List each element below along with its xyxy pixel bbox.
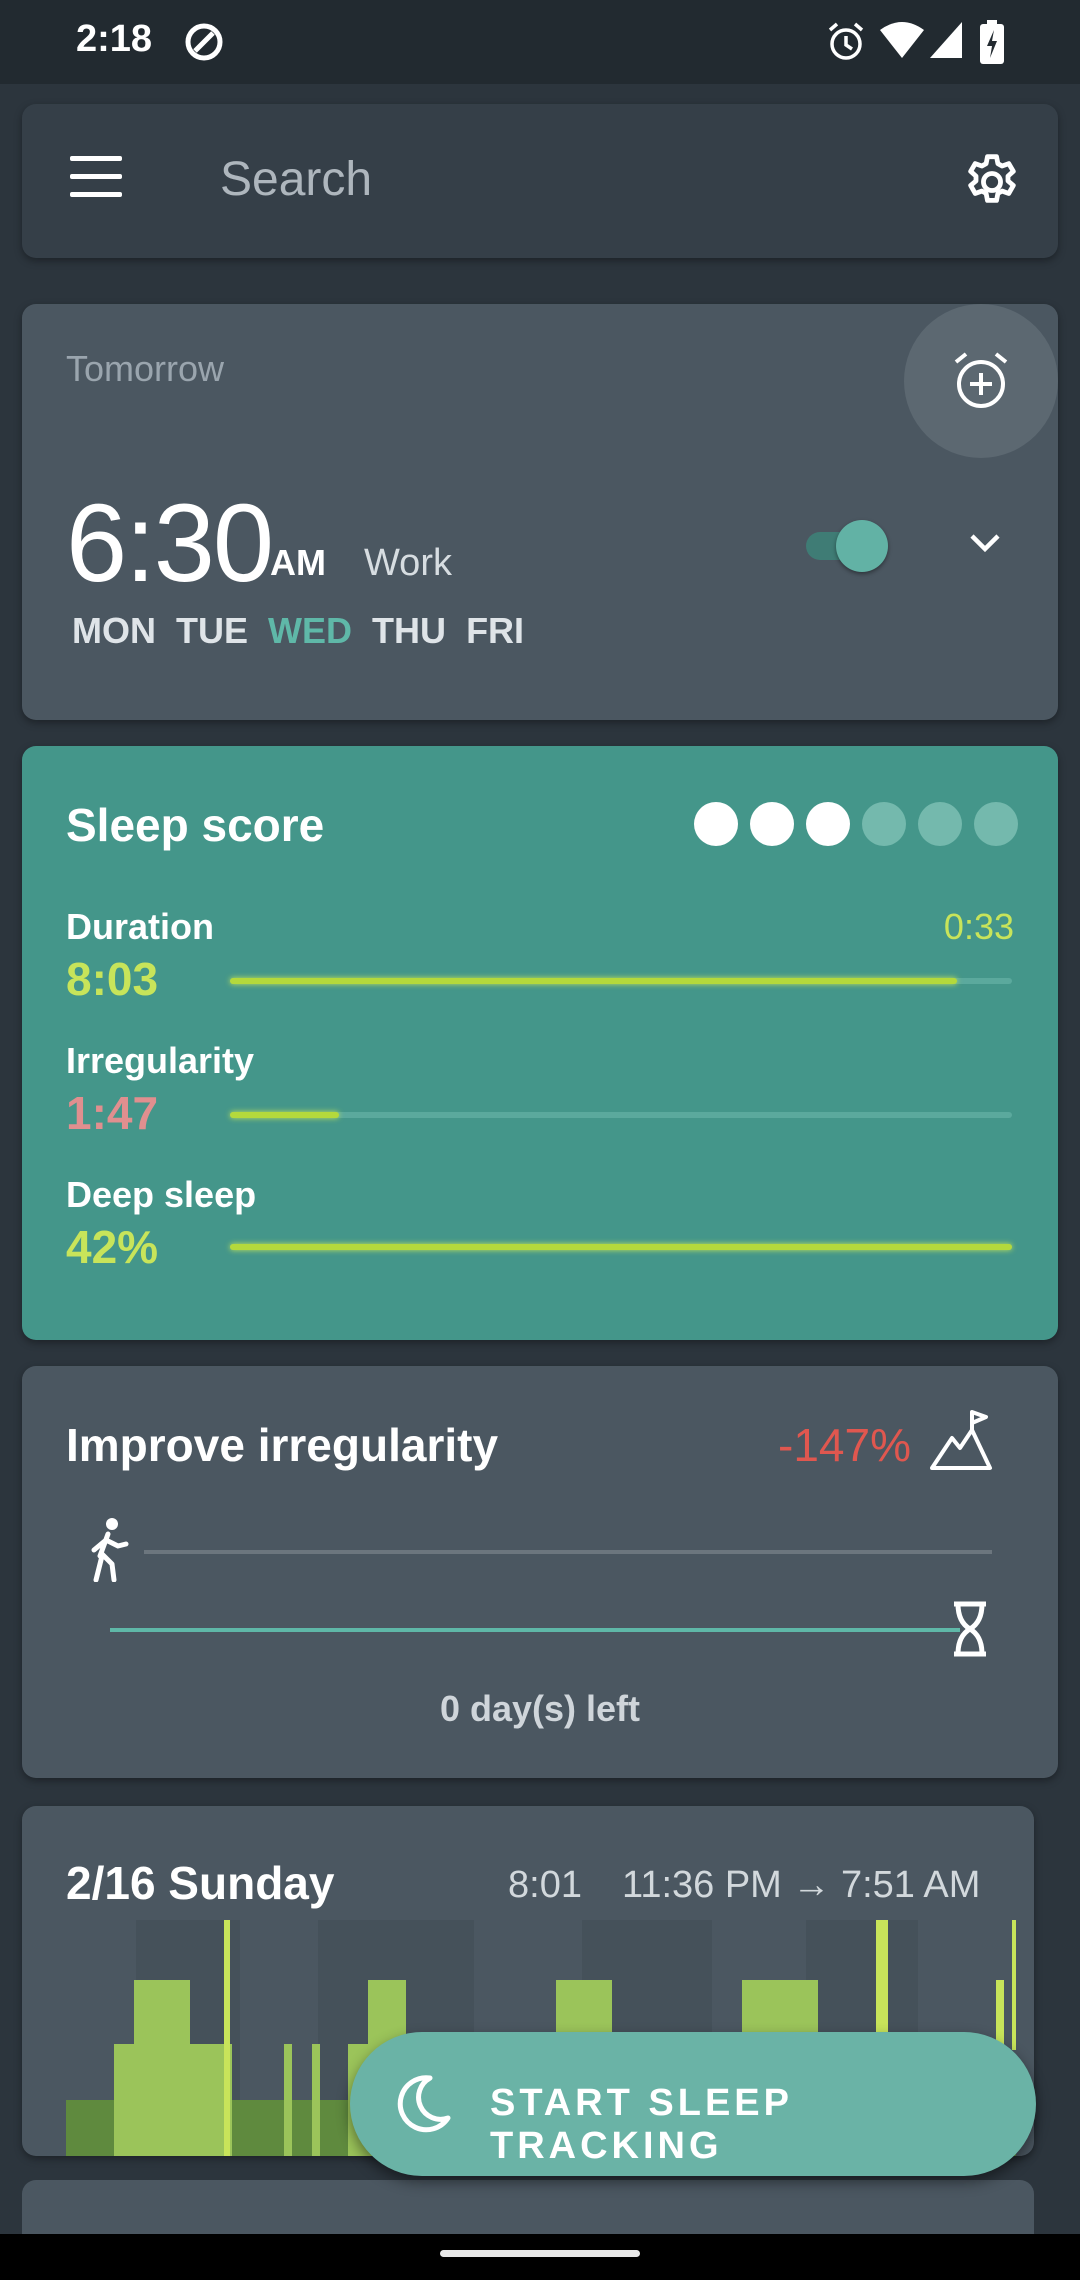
alarm-time[interactable]: 6:30 [66, 480, 274, 607]
score-dot [974, 802, 1018, 846]
navigation-bar [0, 2234, 1080, 2280]
alarm-name: Work [364, 542, 452, 584]
deep-sleep-label: Deep sleep [66, 1174, 257, 1215]
improve-title: Improve irregularity [66, 1419, 499, 1471]
gear-icon[interactable] [960, 150, 1024, 214]
home-gesture-handle[interactable] [440, 2250, 640, 2257]
wifi-icon [880, 22, 924, 58]
irregularity-value: 1:47 [66, 1087, 159, 1139]
score-dot [750, 802, 794, 846]
duration-value: 8:03 [66, 953, 159, 1005]
irregularity-label: Irregularity [66, 1040, 255, 1081]
sleep-score-title: Sleep score [66, 799, 325, 851]
score-dot [918, 802, 962, 846]
days-left: 0 day(s) left [439, 1688, 641, 1729]
day-wed: WED [268, 610, 353, 651]
progress-line-time [110, 1628, 960, 1632]
add-alarm-button[interactable] [904, 304, 1058, 458]
deep-sleep-bar [230, 1244, 1012, 1250]
record-date: 2/16 Sunday [66, 1857, 335, 1909]
improve-irregularity-card[interactable]: Improve irregularity -147% 0 day(s) left [22, 1366, 1058, 1778]
status-bar: 2:18 [0, 0, 1080, 84]
chevron-down-icon[interactable] [962, 520, 1008, 566]
alarm-add-icon [954, 352, 1008, 408]
improve-percent: -147% [778, 1419, 911, 1471]
walking-person-icon [91, 1518, 129, 1582]
alarm-ampm: AM [270, 542, 326, 583]
search-input[interactable]: Search [220, 152, 372, 207]
moon-icon [397, 2075, 451, 2133]
irregularity-bar-fill [230, 1112, 340, 1118]
record-duration: 8:01 [508, 1864, 582, 1906]
alarm-icon [828, 22, 864, 60]
next-record-card[interactable] [22, 2180, 1034, 2240]
alarm-enabled-toggle[interactable] [802, 520, 892, 572]
score-dot [806, 802, 850, 846]
record-time-range: 11:36 PM → 7:51 AM [622, 1864, 981, 1906]
deep-sleep-bar-fill [230, 1244, 1012, 1250]
alarm-days: MON TUE WED THU FRI [72, 610, 534, 652]
sleep-score-card[interactable]: Sleep score Duration 0:33 8:03 Irregular… [22, 746, 1058, 1340]
data-saver-icon [185, 23, 223, 61]
deep-sleep-value: 42% [66, 1221, 159, 1273]
day-mon: MON [72, 610, 156, 651]
start-sleep-tracking-label: START SLEEP TRACKING [490, 2082, 793, 2167]
hamburger-menu-icon[interactable] [70, 156, 126, 206]
duration-delta: 0:33 [943, 906, 1014, 947]
score-dot [694, 802, 738, 846]
duration-bar [230, 978, 1012, 984]
status-time: 2:18 [76, 18, 153, 60]
day-thu: THU [372, 610, 447, 651]
duration-bar-fill [230, 978, 958, 984]
battery-charging-icon [980, 20, 1004, 64]
alarm-card[interactable]: Tomorrow 6:30 AM Work MON TUE WED THU FR… [22, 304, 1058, 720]
mountain-flag-icon [930, 1410, 992, 1470]
duration-label: Duration [66, 906, 214, 947]
score-dot [862, 802, 906, 846]
signal-icon [930, 22, 962, 58]
search-bar[interactable]: Search [22, 104, 1058, 258]
irregularity-bar [230, 1112, 1012, 1118]
alarm-day-label: Tomorrow [66, 348, 225, 389]
day-tue: TUE [176, 610, 249, 651]
hourglass-icon [954, 1601, 986, 1657]
progress-line-current [144, 1550, 992, 1554]
day-fri: FRI [466, 610, 525, 651]
start-sleep-tracking-button[interactable]: START SLEEP TRACKING [350, 2032, 1036, 2176]
